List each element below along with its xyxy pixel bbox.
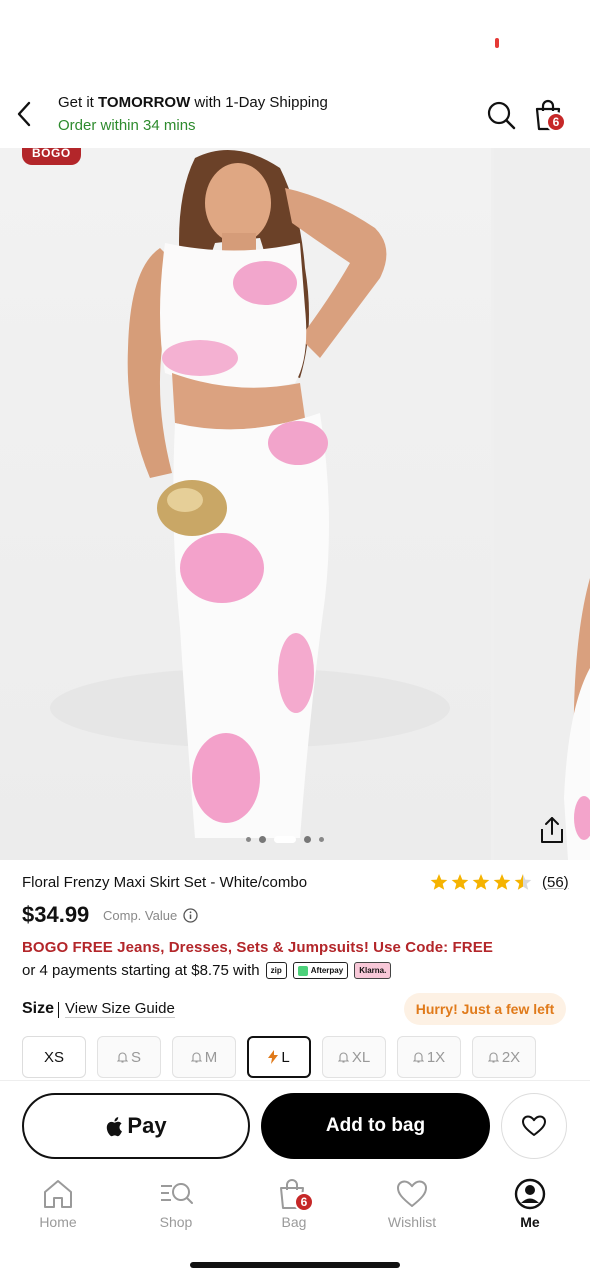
bell-icon bbox=[190, 1052, 202, 1063]
ship-bold: TOMORROW bbox=[98, 94, 191, 111]
apple-pay-label: Pay bbox=[127, 1113, 167, 1138]
shipping-message: Get it TOMORROW with 1-Day Shipping bbox=[58, 94, 328, 111]
comp-value: Comp. Value bbox=[103, 908, 198, 923]
size-option-l[interactable]: L bbox=[247, 1036, 311, 1078]
tab-bag[interactable]: 6 Bag bbox=[249, 1178, 339, 1230]
order-countdown: Order within 34 mins bbox=[58, 117, 196, 134]
profile-icon bbox=[514, 1178, 546, 1210]
bell-icon bbox=[412, 1052, 424, 1063]
size-option-xl[interactable]: XL bbox=[322, 1036, 386, 1078]
klarna-badge-label: Klarna. bbox=[359, 966, 387, 975]
tab-me[interactable]: Me bbox=[485, 1178, 575, 1230]
afterpay-badge[interactable]: Afterpay bbox=[292, 962, 349, 979]
carousel-dot[interactable] bbox=[319, 837, 324, 842]
afterpay-badge-label: Afterpay bbox=[310, 966, 344, 975]
klarna-badge[interactable]: Klarna. bbox=[354, 962, 392, 979]
carousel-dots[interactable] bbox=[246, 836, 324, 843]
size-option-label: 2X bbox=[501, 1048, 521, 1066]
wishlist-button[interactable] bbox=[501, 1093, 567, 1159]
heart-icon bbox=[397, 1180, 427, 1207]
installments[interactable]: or 4 payments starting at $8.75 with zip… bbox=[22, 962, 392, 979]
next-product-photo-peek[interactable] bbox=[494, 148, 590, 860]
bell-icon bbox=[487, 1052, 499, 1063]
bogo-tag: BOGO bbox=[22, 148, 81, 165]
shop-icon bbox=[161, 1183, 193, 1204]
size-option-label: L bbox=[281, 1048, 290, 1066]
rating[interactable]: (56) bbox=[430, 872, 569, 892]
size-divider bbox=[58, 1002, 59, 1018]
size-option-label: XL bbox=[351, 1048, 371, 1066]
size-option-label: S bbox=[130, 1048, 141, 1066]
size-option-label: M bbox=[204, 1048, 218, 1066]
model-illustration bbox=[50, 150, 450, 838]
bell-icon bbox=[337, 1052, 349, 1063]
size-option-2x[interactable]: 2X bbox=[472, 1036, 536, 1078]
tab-wishlist[interactable]: Wishlist bbox=[367, 1178, 457, 1230]
size-option-label: XS bbox=[43, 1048, 64, 1066]
ship-prefix: Get it bbox=[58, 94, 99, 111]
size-option-s[interactable]: S bbox=[97, 1036, 161, 1078]
product-photo[interactable]: BOGO bbox=[0, 148, 491, 860]
share-icon bbox=[541, 817, 563, 843]
bag-tab-icon-wrap: 6 bbox=[276, 1178, 314, 1212]
carousel-dot[interactable] bbox=[259, 836, 266, 843]
search-icon bbox=[487, 101, 516, 130]
purchase-bar: Pay Add to bag bbox=[0, 1080, 590, 1170]
size-guide-link[interactable]: View Size Guide bbox=[65, 1000, 175, 1018]
rating-count[interactable]: (56) bbox=[542, 874, 569, 891]
tab-shop[interactable]: Shop bbox=[131, 1178, 221, 1230]
info-icon[interactable] bbox=[183, 908, 198, 923]
share-button[interactable] bbox=[532, 810, 572, 850]
zip-badge[interactable]: zip bbox=[265, 962, 287, 979]
carousel-dot-active[interactable] bbox=[274, 836, 296, 843]
lightning-icon bbox=[268, 1050, 279, 1064]
installments-text: or 4 payments starting at $8.75 with bbox=[22, 962, 260, 979]
tab-label: Me bbox=[520, 1214, 540, 1230]
chevron-left-icon bbox=[17, 101, 31, 127]
size-selector: XS S M L XL 1X 2X bbox=[22, 1036, 536, 1078]
size-option-label: 1X bbox=[426, 1048, 446, 1066]
price: $34.99 bbox=[22, 902, 90, 927]
tab-label: Home bbox=[39, 1214, 77, 1230]
low-stock-badge: Hurry! Just a few left bbox=[404, 993, 566, 1025]
apple-pay-button[interactable]: Pay bbox=[22, 1093, 250, 1159]
zip-badge-label: zip bbox=[270, 966, 282, 975]
size-label-text: Size bbox=[22, 1000, 55, 1017]
size-label: Size bbox=[22, 1000, 54, 1018]
afterpay-icon bbox=[297, 965, 308, 976]
size-option-xs[interactable]: XS bbox=[22, 1036, 86, 1078]
comp-value-label: Comp. Value bbox=[103, 908, 178, 923]
ship-suffix: with 1-Day Shipping bbox=[190, 94, 328, 111]
home-icon bbox=[44, 1180, 72, 1208]
carousel-dot[interactable] bbox=[304, 836, 311, 843]
tab-label: Wishlist bbox=[387, 1214, 437, 1230]
status-bar bbox=[0, 0, 590, 84]
recording-indicator bbox=[495, 38, 499, 48]
promo-banner[interactable]: BOGO FREE Jeans, Dresses, Sets & Jumpsui… bbox=[22, 939, 493, 956]
carousel-dot[interactable] bbox=[246, 837, 251, 842]
header: Get it TOMORROW with 1-Day Shipping Orde… bbox=[0, 84, 590, 148]
search-button[interactable] bbox=[484, 98, 518, 132]
tab-label: Shop bbox=[159, 1214, 193, 1230]
bag-count-badge: 6 bbox=[546, 112, 566, 132]
product-gallery[interactable]: BOGO bbox=[0, 148, 590, 860]
tab-home[interactable]: Home bbox=[13, 1178, 103, 1230]
back-button[interactable] bbox=[8, 94, 40, 134]
model-peek-illustration bbox=[564, 578, 590, 860]
tab-label: Bag bbox=[281, 1214, 307, 1230]
size-option-m[interactable]: M bbox=[172, 1036, 236, 1078]
apple-logo-icon bbox=[107, 1116, 123, 1136]
bag-button[interactable]: 6 bbox=[530, 96, 570, 136]
bag-tab-badge: 6 bbox=[294, 1192, 314, 1212]
bell-icon bbox=[116, 1052, 128, 1063]
size-option-1x[interactable]: 1X bbox=[397, 1036, 461, 1078]
add-to-bag-button[interactable]: Add to bag bbox=[261, 1093, 490, 1159]
heart-icon bbox=[522, 1115, 546, 1136]
star-rating-icon bbox=[430, 874, 532, 890]
product-title: Floral Frenzy Maxi Skirt Set - White/com… bbox=[22, 874, 308, 891]
home-indicator bbox=[190, 1262, 400, 1268]
